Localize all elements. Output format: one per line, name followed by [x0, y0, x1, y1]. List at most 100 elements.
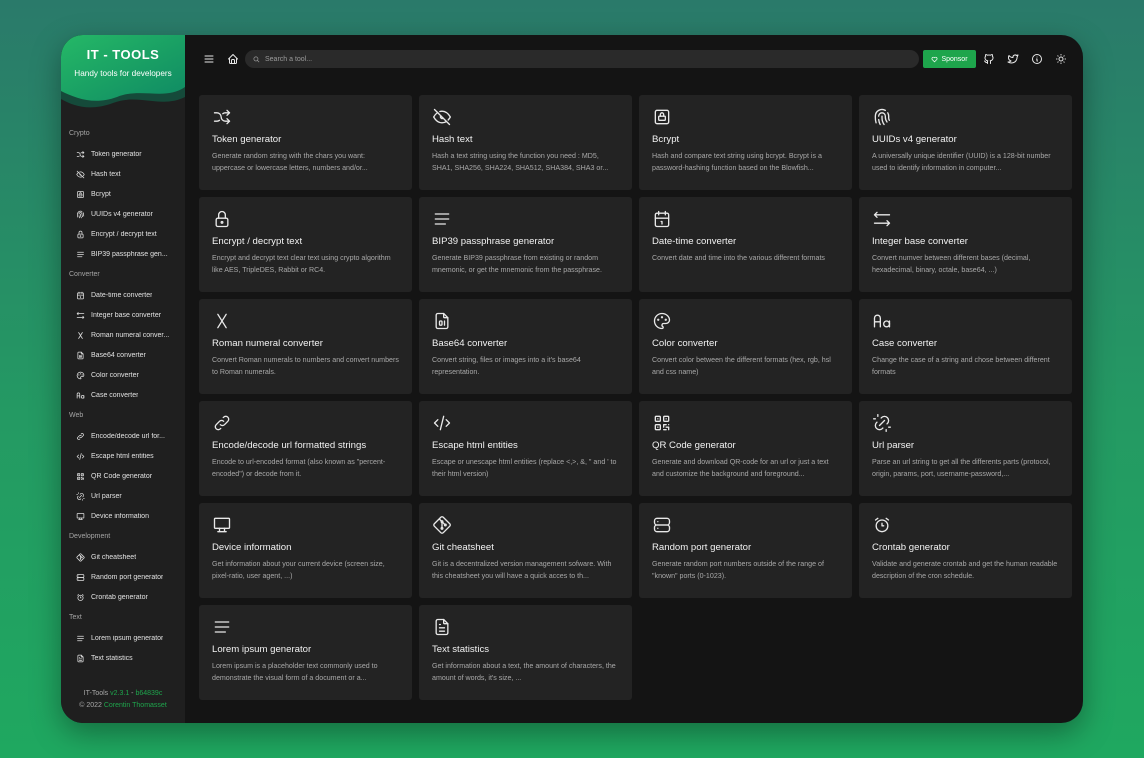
- sidebar-item-git-cheatsheet[interactable]: Git cheatsheet: [61, 547, 185, 567]
- tool-card-icon: [652, 311, 672, 331]
- sidebar-item-text-statistics[interactable]: Text statistics: [61, 648, 185, 668]
- sidebar-item-hash-text[interactable]: Hash text: [61, 164, 185, 184]
- tool-card-encode-decode-url-formatted-strings[interactable]: Encode/decode url formatted strings Encod…: [199, 401, 412, 496]
- tool-card-url-parser[interactable]: Url parser Parse an url string to get all…: [859, 401, 1072, 496]
- sidebar-item-color-converter[interactable]: Color converter: [61, 365, 185, 385]
- sidebar-item-random-port-generator[interactable]: Random port generator: [61, 567, 185, 587]
- sponsor-button[interactable]: Sponsor: [923, 50, 976, 68]
- device-desktop-icon: [213, 517, 231, 533]
- tool-card-description: Encode to url-encoded format (also known…: [212, 458, 386, 478]
- tool-card-git-cheatsheet[interactable]: Git cheatsheet Git is a decentralized ver…: [419, 503, 632, 598]
- shuffle-icon: [213, 109, 231, 125]
- sidebar-item-roman-numeral-conver[interactable]: Roman numeral conver...: [61, 325, 185, 345]
- sidebar-section-text: Text: [69, 614, 82, 621]
- sidebar-item-base64-converter[interactable]: Base64 converter: [61, 345, 185, 365]
- github-button[interactable]: [981, 51, 997, 67]
- tool-card-bcrypt[interactable]: Bcrypt Hash and compare text string using…: [639, 95, 852, 190]
- tool-card-uuids-v4-generator[interactable]: UUIDs v4 generator A universally unique i…: [859, 95, 1072, 190]
- author-link[interactable]: Corentin Thomasset: [104, 702, 167, 709]
- sidebar-item-token-generator[interactable]: Token generator: [61, 144, 185, 164]
- tool-card-title: UUIDs v4 generator: [872, 134, 957, 145]
- sidebar-item-escape-html-entities[interactable]: Escape html entities: [61, 446, 185, 466]
- tool-card-qr-code-generator[interactable]: QR Code generator Generate and download Q…: [639, 401, 852, 496]
- tool-card-case-converter[interactable]: Case converter Change the case of a strin…: [859, 299, 1072, 394]
- sidebar-item-label: Device information: [91, 512, 149, 520]
- sidebar-item-label: Crontab generator: [91, 593, 148, 601]
- brand-header[interactable]: IT - TOOLS Handy tools for developers: [61, 35, 185, 117]
- tool-card-icon: [872, 413, 892, 433]
- sidebar-item-device-information[interactable]: Device information: [61, 506, 185, 526]
- version-link[interactable]: v2.3.1: [110, 690, 129, 697]
- tool-card-title: Base64 converter: [432, 338, 508, 349]
- tool-card-encrypt-decrypt-text[interactable]: Encrypt / decrypt text Encrypt and decryp…: [199, 197, 412, 292]
- tool-card-title: Token generator: [212, 134, 282, 145]
- sidebar-item-encode-decode-url-for[interactable]: Encode/decode url for...: [61, 426, 185, 446]
- sidebar-item-uuids-v4-generator[interactable]: UUIDs v4 generator: [61, 204, 185, 224]
- sidebar-item-integer-base-converter[interactable]: Integer base converter: [61, 305, 185, 325]
- arrows-left-right-icon: [76, 311, 85, 319]
- sidebar-item-case-converter[interactable]: Case converter: [61, 385, 185, 405]
- tool-card-date-time-converter[interactable]: Date-time converter Convert date and time…: [639, 197, 852, 292]
- tool-card-color-converter[interactable]: Color converter Convert color between the…: [639, 299, 852, 394]
- home-button[interactable]: [225, 51, 241, 67]
- shuffle-icon: [76, 150, 85, 158]
- sidebar-item-date-time-converter[interactable]: Date-time converter: [61, 285, 185, 305]
- tool-card-description: Lorem ipsum is a placeholder text common…: [212, 662, 378, 682]
- tool-card-bip39-passphrase-generator[interactable]: BIP39 passphrase generator Generate BIP39…: [419, 197, 632, 292]
- align-justified-icon: [77, 635, 84, 641]
- letter-case-icon: [873, 314, 891, 328]
- menu-toggle-button[interactable]: [201, 51, 217, 67]
- tool-card-title: Bcrypt: [652, 134, 680, 145]
- sidebar-item-lorem-ipsum-generator[interactable]: Lorem ipsum generator: [61, 628, 185, 648]
- tool-card-lorem-ipsum-generator[interactable]: Lorem ipsum generator Lorem ipsum is a pl…: [199, 605, 412, 700]
- git-icon: [433, 516, 451, 534]
- tool-card-title: Roman numeral converter: [212, 338, 323, 349]
- tool-card-escape-html-entities[interactable]: Escape html entities Escape or unescape h…: [419, 401, 632, 496]
- tool-card-icon: [652, 515, 672, 535]
- sidebar-item-encrypt-decrypt-text[interactable]: Encrypt / decrypt text: [61, 224, 185, 244]
- tool-card-crontab-generator[interactable]: Crontab generator Validate and generate c…: [859, 503, 1072, 598]
- tool-card-base64-converter[interactable]: Base64 converter Convert string, files or…: [419, 299, 632, 394]
- tool-card-title: Case converter: [872, 338, 938, 349]
- calendar-icon: [654, 210, 670, 228]
- tool-card-title: Url parser: [872, 440, 915, 451]
- commit-link[interactable]: b64839c: [135, 690, 162, 697]
- tool-card-icon: [652, 107, 672, 127]
- qrcode-icon: [77, 472, 84, 480]
- tool-card-roman-numeral-converter[interactable]: Roman numeral converter Convert Roman num…: [199, 299, 412, 394]
- tool-card-icon: [872, 107, 892, 127]
- tool-card-description: Change the case of a string and chose be…: [872, 356, 1050, 376]
- sidebar-item-crontab-generator[interactable]: Crontab generator: [61, 587, 185, 607]
- tool-card-description: Generate BIP39 passphrase from existing …: [432, 254, 602, 274]
- tool-card-random-port-generator[interactable]: Random port generator Generate random por…: [639, 503, 852, 598]
- tool-card-integer-base-converter[interactable]: Integer base converter Convert numver bet…: [859, 197, 1072, 292]
- sidebar: IT - TOOLS Handy tools for developers Cr…: [61, 35, 185, 723]
- sidebar-item-label: Date-time converter: [91, 291, 153, 299]
- sidebar-item-label: BIP39 passphrase gen...: [91, 250, 168, 258]
- search-input[interactable]: Search a tool...: [245, 50, 919, 68]
- copyright-year: © 2022: [79, 702, 102, 709]
- align-justified-icon: [434, 213, 450, 225]
- tool-card-icon: [212, 515, 232, 535]
- qrcode-icon: [654, 415, 670, 431]
- tool-card-device-information[interactable]: Device information Get information about …: [199, 503, 412, 598]
- about-button[interactable]: [1029, 51, 1045, 67]
- sidebar-item-bcrypt[interactable]: Bcrypt: [61, 184, 185, 204]
- device-desktop-icon: [76, 512, 85, 520]
- tool-card-text-statistics[interactable]: Text statistics Get information about a t…: [419, 605, 632, 700]
- theme-toggle-button[interactable]: [1053, 51, 1069, 67]
- letter-x-icon: [78, 331, 83, 339]
- tool-card-description: Hash and compare text string using bcryp…: [652, 152, 822, 172]
- arrows-left-right-icon: [873, 211, 891, 227]
- tool-card-hash-text[interactable]: Hash text Hash a text string using the fu…: [419, 95, 632, 190]
- tool-card-title: Random port generator: [652, 542, 752, 553]
- palette-icon: [76, 371, 85, 379]
- sidebar-item-qr-code-generator[interactable]: QR Code generator: [61, 466, 185, 486]
- twitter-button[interactable]: [1005, 51, 1021, 67]
- sidebar-item-url-parser[interactable]: Url parser: [61, 486, 185, 506]
- sidebar-section-development: Development: [69, 533, 111, 540]
- tool-card-title: Escape html entities: [432, 440, 518, 451]
- sidebar-item-bip39-passphrase-gen[interactable]: BIP39 passphrase gen...: [61, 244, 185, 264]
- tool-card-token-generator[interactable]: Token generator Generate random string wi…: [199, 95, 412, 190]
- tool-card-icon: [432, 311, 452, 331]
